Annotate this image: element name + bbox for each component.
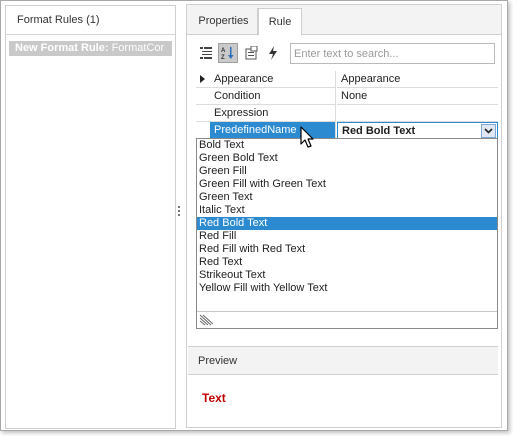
list-item[interactable]: Red Fill bbox=[197, 230, 497, 243]
list-item[interactable]: Green Bold Text bbox=[197, 152, 497, 165]
format-rules-header: Format Rules (1) bbox=[6, 6, 175, 35]
list-item-selected[interactable]: Red Bold Text bbox=[197, 217, 497, 230]
list-item[interactable]: Strikeout Text bbox=[197, 269, 497, 282]
predefined-name-dropdown: Bold Text Green Bold Text Green Fill Gre… bbox=[196, 138, 498, 329]
alphabetical-icon[interactable]: AZ bbox=[218, 43, 238, 63]
table-row[interactable]: Condition None bbox=[196, 88, 498, 105]
predefined-name-editor[interactable]: Red Bold Text bbox=[337, 122, 498, 139]
table-row[interactable]: Appearance Appearance bbox=[196, 71, 498, 88]
svg-text:A: A bbox=[221, 48, 226, 54]
preview-panel: Preview Text bbox=[188, 346, 498, 426]
preview-sample-text: Text bbox=[202, 391, 226, 405]
rule-name-label: New Format Rule: bbox=[15, 42, 109, 54]
predefined-name-value: Red Bold Text bbox=[342, 125, 416, 137]
chevron-down-icon bbox=[484, 128, 493, 134]
list-item[interactable]: Green Text bbox=[197, 191, 497, 204]
tab-strip: Properties Rule bbox=[187, 5, 501, 36]
property-value[interactable]: Appearance bbox=[337, 71, 498, 88]
format-rules-list-panel: Format Rules (1) New Format Rule: Format… bbox=[5, 5, 176, 429]
rule-name-value: FormatCor bbox=[108, 42, 165, 54]
mouse-cursor-icon bbox=[300, 126, 314, 148]
vertical-splitter-grip[interactable] bbox=[178, 206, 181, 220]
horizontal-splitter-grip[interactable] bbox=[337, 339, 351, 348]
expand-arrow-icon[interactable] bbox=[200, 75, 205, 83]
list-item[interactable]: Green Fill bbox=[197, 165, 497, 178]
list-item-format-rule[interactable]: New Format Rule: FormatCor bbox=[9, 41, 172, 56]
list-item[interactable]: Red Text bbox=[197, 256, 497, 269]
property-value[interactable] bbox=[337, 105, 498, 122]
table-row[interactable]: Expression bbox=[196, 105, 498, 122]
dropdown-button[interactable] bbox=[481, 124, 496, 138]
table-row-selected[interactable]: PredefinedName Red Bold Text bbox=[196, 122, 498, 139]
property-value[interactable]: None bbox=[337, 88, 498, 105]
categorized-icon[interactable] bbox=[196, 43, 216, 63]
list-item[interactable]: Italic Text bbox=[197, 204, 497, 217]
preview-header: Preview bbox=[188, 347, 498, 375]
tab-rule[interactable]: Rule bbox=[258, 8, 302, 36]
events-icon[interactable] bbox=[263, 43, 283, 63]
list-item[interactable]: Yellow Fill with Yellow Text bbox=[197, 282, 497, 295]
property-name: Expression bbox=[210, 105, 336, 122]
tab-properties[interactable]: Properties bbox=[190, 8, 258, 35]
list-item[interactable]: Green Fill with Green Text bbox=[197, 178, 497, 191]
list-item[interactable]: Red Fill with Red Text bbox=[197, 243, 497, 256]
property-name: Condition bbox=[210, 88, 336, 105]
dropdown-footer bbox=[197, 311, 497, 328]
svg-text:Z: Z bbox=[221, 55, 225, 60]
property-name: Appearance bbox=[210, 71, 336, 88]
property-pages-icon[interactable] bbox=[241, 43, 261, 63]
list-item[interactable]: Bold Text bbox=[197, 139, 497, 152]
property-grid-toolbar: AZ bbox=[191, 41, 498, 65]
resize-grip-icon[interactable] bbox=[199, 314, 213, 326]
search-input[interactable] bbox=[290, 43, 495, 64]
